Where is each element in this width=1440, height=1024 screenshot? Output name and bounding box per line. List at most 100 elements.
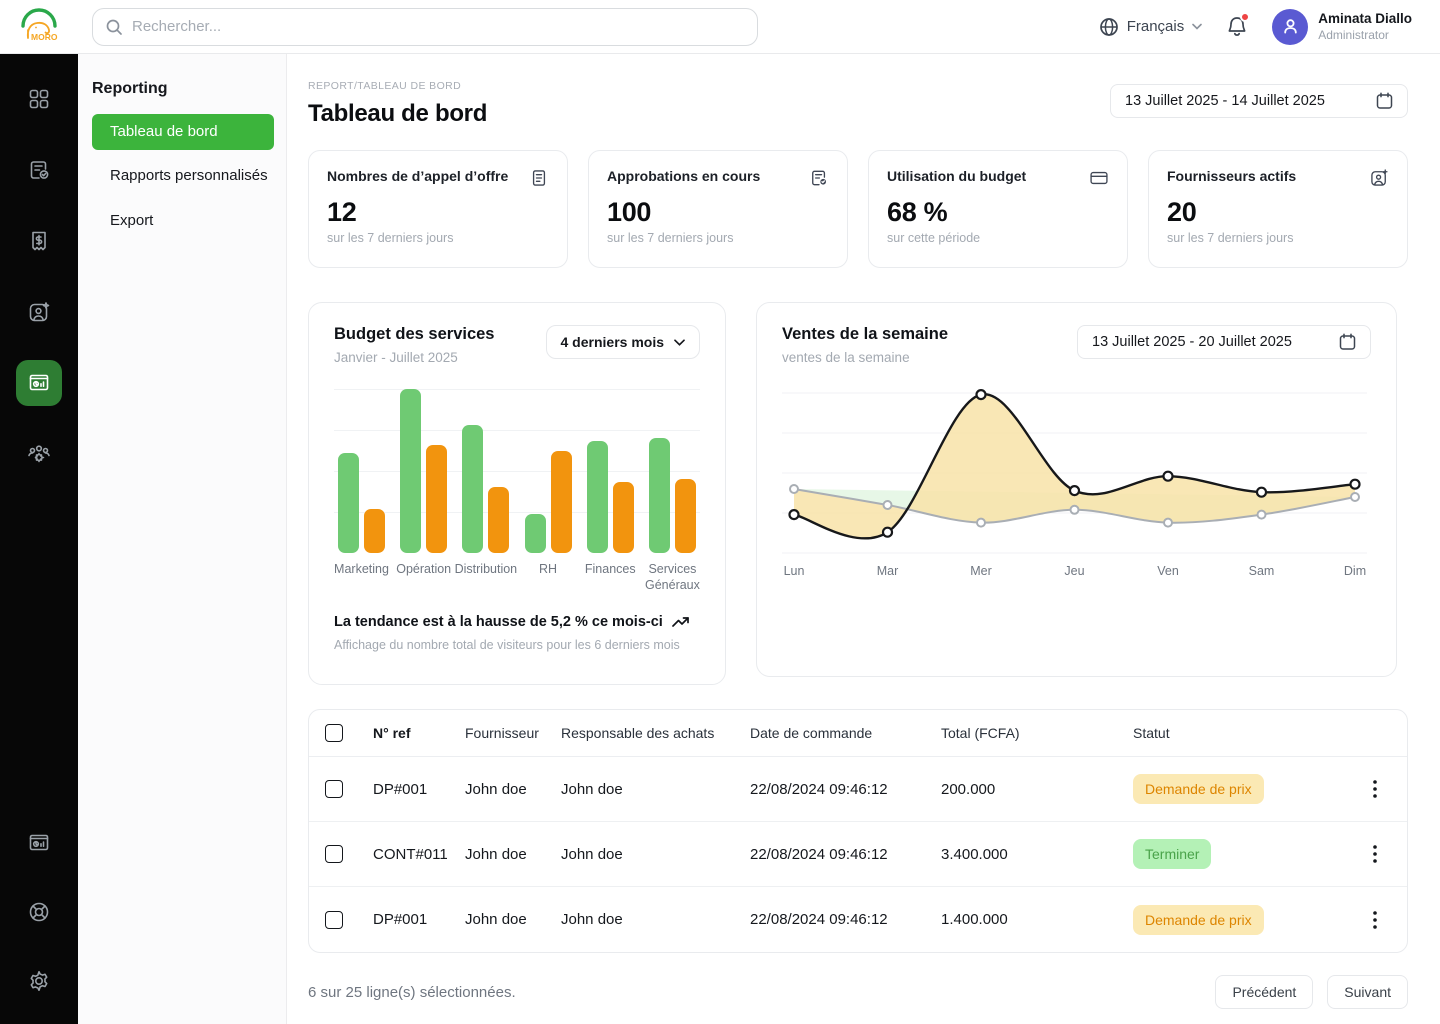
bar-orange bbox=[613, 482, 634, 553]
stat-card: Nombres de d’appel d’offre 12 sur les 7 … bbox=[308, 150, 568, 268]
bar-orange bbox=[675, 479, 696, 553]
page-title: Tableau de bord bbox=[308, 100, 487, 128]
document-check-icon bbox=[809, 168, 829, 188]
search-input[interactable] bbox=[132, 18, 745, 35]
bar-orange bbox=[488, 487, 509, 553]
sidebar-item-tableau-de-bord[interactable]: Tableau de bord bbox=[92, 114, 274, 150]
stat-value: 12 bbox=[327, 197, 549, 228]
notification-dot bbox=[1240, 12, 1250, 22]
notifications-button[interactable] bbox=[1226, 15, 1248, 38]
rail-gear-icon[interactable] bbox=[16, 958, 62, 1004]
months-filter-dropdown[interactable]: 4 derniers mois bbox=[546, 325, 701, 359]
svg-text:Dim: Dim bbox=[1344, 564, 1366, 578]
next-page-button[interactable]: Suivant bbox=[1327, 975, 1408, 1009]
cell-ref: DP#001 bbox=[373, 781, 465, 798]
chevron-down-icon bbox=[674, 339, 685, 346]
svg-text:Jeu: Jeu bbox=[1064, 564, 1084, 578]
user-icon bbox=[1281, 17, 1300, 36]
stat-value: 20 bbox=[1167, 197, 1389, 228]
rail-team-gear-icon[interactable] bbox=[16, 431, 62, 477]
budget-bar-chart bbox=[334, 389, 700, 553]
stat-value: 100 bbox=[607, 197, 829, 228]
stat-title: Fournisseurs actifs bbox=[1167, 168, 1296, 184]
bar-group bbox=[587, 389, 634, 553]
column-header: Statut bbox=[1133, 725, 1343, 741]
date-range-picker[interactable]: 13 Juillet 2025 - 14 Juillet 2025 bbox=[1110, 84, 1408, 118]
rail-help-icon[interactable] bbox=[16, 889, 62, 935]
bar-group bbox=[525, 389, 572, 553]
table-row: CONT#011 John doe John doe 22/08/2024 09… bbox=[309, 822, 1407, 887]
calendar-icon bbox=[1376, 92, 1393, 110]
stat-caption: sur cette période bbox=[887, 231, 1109, 245]
cell-fournisseur: John doe bbox=[465, 781, 561, 798]
bar-orange bbox=[551, 451, 572, 553]
bar-chart-label: Marketing bbox=[334, 562, 389, 576]
previous-page-button[interactable]: Précédent bbox=[1215, 975, 1313, 1009]
sales-date-range-label: 13 Juillet 2025 - 20 Juillet 2025 bbox=[1092, 334, 1292, 350]
language-selector[interactable]: Français bbox=[1099, 17, 1203, 37]
main-content: REPORT/TABLEAU DE BORD Tableau de bord 1… bbox=[287, 54, 1440, 1024]
bar-green bbox=[400, 389, 421, 553]
chevron-down-icon bbox=[1192, 23, 1202, 30]
bar-green bbox=[649, 438, 670, 553]
document-icon bbox=[529, 168, 549, 188]
row-actions-button[interactable] bbox=[1343, 780, 1407, 798]
rail-user-sparkle-icon[interactable] bbox=[16, 289, 62, 335]
svg-text:MORO: MORO bbox=[31, 32, 58, 42]
sidebar-item-rapports-personnalis-s[interactable]: Rapports personnalisés bbox=[92, 158, 274, 194]
stat-cards-row: Nombres de d’appel d’offre 12 sur les 7 … bbox=[308, 150, 1408, 268]
user-menu[interactable]: Aminata Diallo Administrator bbox=[1272, 9, 1412, 45]
svg-text:Ven: Ven bbox=[1157, 564, 1179, 578]
language-label: Français bbox=[1127, 18, 1185, 35]
stat-title: Approbations en cours bbox=[607, 168, 760, 184]
bar-group bbox=[400, 389, 447, 553]
sidebar-section-title: Reporting bbox=[92, 80, 274, 98]
cell-responsable: John doe bbox=[561, 781, 750, 798]
cell-ref: CONT#011 bbox=[373, 846, 465, 863]
stat-value: 68 % bbox=[887, 197, 1109, 228]
column-header: N° ref bbox=[373, 725, 465, 741]
search-bar[interactable] bbox=[92, 8, 758, 46]
table-row: DP#001 John doe John doe 22/08/2024 09:4… bbox=[309, 757, 1407, 822]
row-checkbox[interactable] bbox=[325, 911, 343, 929]
trend-text: La tendance est à la hausse de 5,2 % ce … bbox=[334, 614, 663, 630]
topbar: MORO Français bbox=[0, 0, 1440, 54]
bar-green bbox=[462, 425, 483, 553]
row-checkbox[interactable] bbox=[325, 845, 343, 863]
row-checkbox[interactable] bbox=[325, 780, 343, 798]
sales-date-range-picker[interactable]: 13 Juillet 2025 - 20 Juillet 2025 bbox=[1077, 325, 1371, 359]
rail-report-icon[interactable] bbox=[16, 820, 62, 866]
sales-card-subtitle: ventes de la semaine bbox=[782, 350, 948, 365]
rail-report-icon[interactable] bbox=[16, 360, 62, 406]
rail-document-check-icon[interactable] bbox=[16, 147, 62, 193]
bar-group bbox=[338, 389, 385, 553]
bar-green bbox=[525, 514, 546, 553]
status-badge: Demande de prix bbox=[1133, 774, 1264, 804]
stat-card: Utilisation du budget 68 % sur cette pér… bbox=[868, 150, 1128, 268]
globe-icon bbox=[1099, 17, 1119, 37]
cell-responsable: John doe bbox=[561, 911, 750, 928]
rail-dashboard-icon[interactable] bbox=[16, 76, 62, 122]
budget-card-title: Budget des services bbox=[334, 325, 495, 344]
bar-chart-label: Services Généraux bbox=[636, 562, 708, 593]
cell-date: 22/08/2024 09:46:12 bbox=[750, 781, 941, 798]
sidebar-item-export[interactable]: Export bbox=[92, 203, 274, 239]
select-all-checkbox[interactable] bbox=[325, 724, 343, 742]
table-header-row: N° ref Fournisseur Responsable des achat… bbox=[309, 710, 1407, 757]
cell-total: 3.400.000 bbox=[941, 846, 1133, 863]
app-logo: MORO bbox=[0, 4, 78, 50]
date-range-label: 13 Juillet 2025 - 14 Juillet 2025 bbox=[1125, 93, 1325, 109]
calendar-icon bbox=[1339, 333, 1356, 351]
rail-receipt-dollar-icon[interactable] bbox=[16, 218, 62, 264]
row-actions-button[interactable] bbox=[1343, 911, 1407, 929]
table-row: DP#001 John doe John doe 22/08/2024 09:4… bbox=[309, 887, 1407, 952]
row-actions-button[interactable] bbox=[1343, 845, 1407, 863]
stat-card: Fournisseurs actifs 20 sur les 7 dernier… bbox=[1148, 150, 1408, 268]
stat-title: Utilisation du budget bbox=[887, 168, 1026, 184]
bar-chart-label: Finances bbox=[585, 562, 636, 576]
bar-green bbox=[587, 441, 608, 553]
moro-logo-icon: MORO bbox=[16, 4, 62, 50]
credit-card-icon bbox=[1089, 168, 1109, 188]
bar-orange bbox=[364, 509, 385, 553]
cell-fournisseur: John doe bbox=[465, 846, 561, 863]
